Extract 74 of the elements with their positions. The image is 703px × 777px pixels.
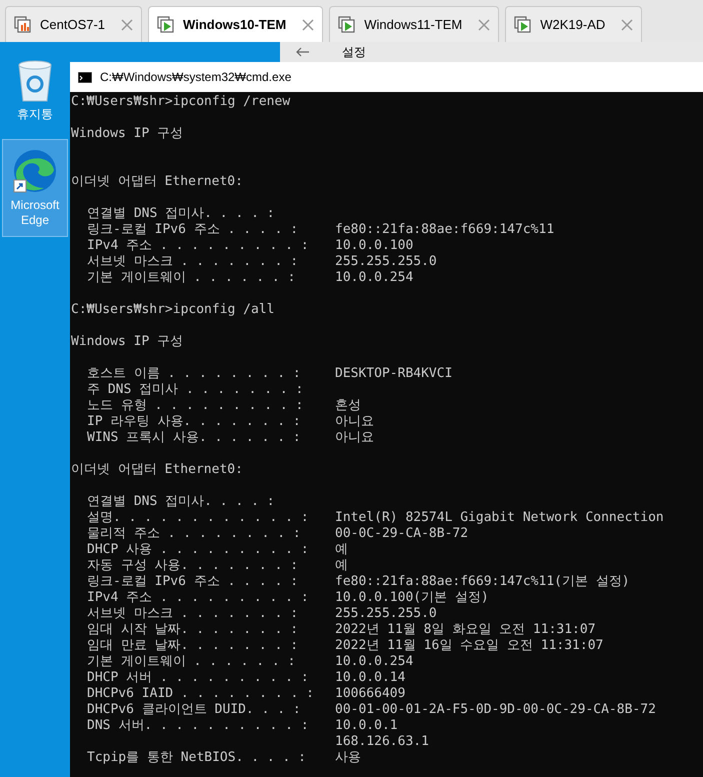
field-value: 혼성 (335, 398, 361, 414)
field-label: 주 DNS 접미사 . . . . . . . : (87, 382, 304, 397)
field-value: 2022년 11월 8일 화요일 오전 11:31:07 (335, 622, 596, 638)
field-value: 예 (335, 558, 348, 574)
field-value: 10.0.0.1 (335, 718, 398, 734)
console-line: C:₩Users₩shr>ipconfig /all (71, 302, 276, 318)
vm-running-icon (157, 16, 176, 34)
field-label: 서브넷 마스크 . . . . . . . : (87, 606, 298, 621)
field-label: 자동 구성 사용. . . . . . . : (87, 558, 298, 573)
field-value: 255.255.255.0 (335, 606, 437, 622)
field-label: 노드 유형 . . . . . . . . . : (87, 398, 304, 413)
field-label: 물리적 주소 . . . . . . . . : (87, 526, 301, 541)
vm-tab[interactable]: Windows10-TEM (148, 6, 324, 42)
field-value: 00-01-00-01-2A-F5-0D-9D-00-0C-29-CA-8B-72 (335, 702, 656, 718)
field-value: 10.0.0.14 (335, 670, 406, 686)
field-label: 임대 만료 날짜. . . . . . . : (87, 638, 298, 653)
field-label: 링크-로컬 IPv6 주소 . . . . : (87, 222, 298, 237)
field-value: 10.0.0.254 (335, 654, 414, 670)
close-icon[interactable] (478, 18, 490, 30)
close-icon[interactable] (621, 18, 634, 30)
vm-stopped-icon (14, 16, 32, 34)
close-icon[interactable] (121, 18, 134, 30)
field-value: 사용 (335, 750, 361, 766)
field-label: IPv4 주소 . . . . . . . . . : (87, 590, 309, 605)
field-label: 기본 게이트웨이 . . . . . . : (87, 654, 296, 669)
desktop-icon[interactable]: 휴지통 (2, 48, 68, 131)
window-title: C:₩Windows₩system32₩cmd.exe (100, 69, 292, 86)
vm-tab[interactable]: W2K19-AD (505, 6, 642, 42)
field-label: 임대 시작 날짜. . . . . . . : (87, 622, 298, 637)
field-value: 168.126.63.1 (335, 734, 429, 750)
field-label: IP 라우팅 사용. . . . . . . : (87, 414, 301, 429)
field-label: DHCPv6 클라이언트 DUID. . . : (87, 702, 301, 717)
field-value: fe80::21fa:88ae:f669:147c%11 (335, 222, 554, 238)
vm-running-icon (338, 16, 356, 34)
field-label: 연결별 DNS 접미사. . . . : (87, 494, 275, 509)
field-value: 예 (335, 542, 348, 558)
field-value: 100666409 (335, 686, 406, 702)
field-value: 00-0C-29-CA-8B-72 (335, 526, 468, 542)
browser-icon (12, 148, 58, 194)
field-label: 기본 게이트웨이 . . . . . . : (87, 270, 296, 285)
field-label: DHCP 사용 . . . . . . . . . : (87, 542, 309, 557)
console-line: Windows IP 구성 (71, 334, 184, 350)
field-value: 아니요 (335, 414, 374, 430)
field-label: Tcpip를 통한 NetBIOS. . . . : (87, 750, 306, 765)
field-value: Intel(R) 82574L Gigabit Network Connection (335, 510, 664, 526)
field-value: 255.255.255.0 (335, 254, 437, 270)
field-value: 10.0.0.100 (335, 238, 414, 254)
vm-tab[interactable]: Windows11-TEM (329, 6, 500, 42)
field-value: 10.0.0.100(기본 설정) (335, 590, 489, 606)
field-value: 2022년 11월 16일 수요일 오전 11:31:07 (335, 638, 604, 654)
vm-tab[interactable]: CentOS7-1 (5, 6, 142, 42)
field-value: 아니요 (335, 430, 374, 446)
field-label: DHCP 서버 . . . . . . . . . : (87, 670, 309, 685)
field-label: 서브넷 마스크 . . . . . . . : (87, 254, 298, 269)
field-label: 연결별 DNS 접미사. . . . : (87, 206, 275, 221)
field-value: fe80::21fa:88ae:f669:147c%11(기본 설정) (335, 574, 630, 590)
back-arrow-icon[interactable] (296, 47, 310, 57)
console-line: 이더넷 어댑터 Ethernet0: (71, 462, 244, 478)
field-label: WINS 프록시 사용. . . . . . : (87, 430, 301, 445)
settings-window: 설정 (280, 42, 703, 62)
field-label: 링크-로컬 IPv6 주소 . . . . : (87, 574, 298, 589)
console-icon (78, 72, 92, 82)
vm-running-icon (514, 16, 532, 34)
field-label: IPv4 주소 . . . . . . . . . : (87, 238, 309, 253)
field-label: DHCPv6 IAID . . . . . . . . : (87, 686, 314, 701)
field-value: DESKTOP-RB4KVCI (335, 366, 452, 382)
field-label: DNS 서버. . . . . . . . . . : (87, 718, 309, 733)
close-icon[interactable] (302, 18, 314, 30)
console-line: Windows IP 구성 (71, 126, 184, 142)
field-label: 설명. . . . . . . . . . . . : (87, 510, 309, 525)
console-line: 이더넷 어댑터 Ethernet0: (71, 174, 244, 190)
field-label: 호스트 이름 . . . . . . . . : (87, 366, 301, 381)
field-value: 10.0.0.254 (335, 270, 414, 286)
console-line: C:₩Users₩shr>ipconfig /renew (71, 94, 292, 110)
